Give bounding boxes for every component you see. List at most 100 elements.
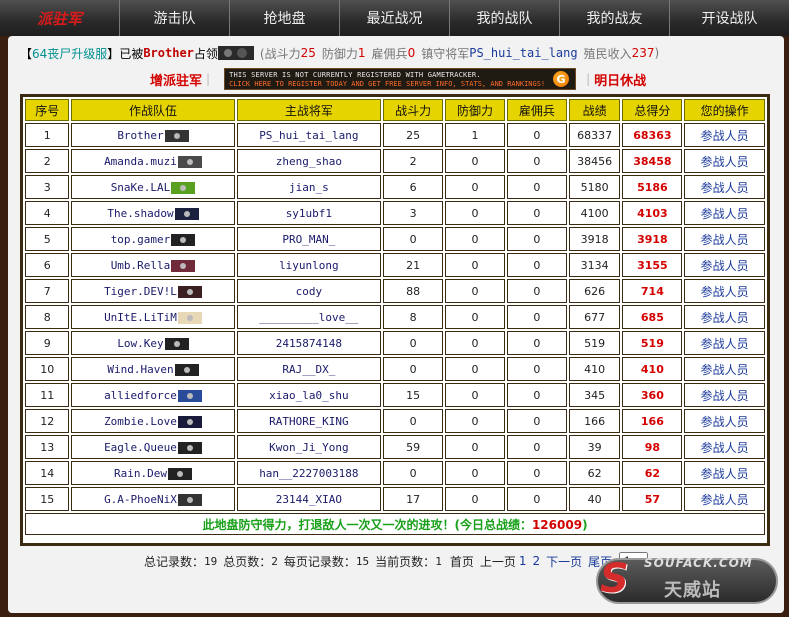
row-defense: 0 <box>445 409 505 433</box>
row-score: 3155 <box>622 253 683 277</box>
row-action-text: 参战人员 <box>700 440 749 455</box>
occupying-clan: Brother <box>143 46 194 60</box>
income-value: 237 <box>631 46 655 60</box>
page-1-link[interactable]: 1 <box>519 554 527 568</box>
row-score-text: 714 <box>640 284 664 298</box>
header-action: 您的操作 <box>684 99 765 121</box>
nav-item-create-team[interactable]: 开设战队 <box>670 0 789 36</box>
row-action[interactable]: 参战人员 <box>684 227 765 251</box>
row-record: 4100 <box>568 201 621 225</box>
table-row: 10 Wind.Haven RAJ__DX_ 0 0 0 410 410 参战人员 <box>25 357 765 381</box>
nav-item-my-team[interactable]: 我的战队 <box>450 0 560 36</box>
row-action[interactable]: 参战人员 <box>684 279 765 303</box>
row-score: 4103 <box>622 201 683 225</box>
row-score: 57 <box>622 487 683 511</box>
row-record: 5180 <box>568 175 621 199</box>
row-merc-text: 0 <box>533 180 541 194</box>
row-score-text: 360 <box>640 388 664 402</box>
row-action-text: 参战人员 <box>700 388 749 403</box>
reinforce-button[interactable]: 增派驻军 <box>150 70 202 89</box>
row-merc-text: 0 <box>533 232 541 246</box>
next-page-link[interactable]: 下一页 <box>546 553 582 570</box>
gametracker-banner[interactable]: THIS SERVER IS NOT CURRENTLY REGISTERED … <box>224 68 577 90</box>
current-page-label: 当前页数： <box>375 554 436 569</box>
row-action[interactable]: 参战人员 <box>684 331 765 355</box>
row-action[interactable]: 参战人员 <box>684 461 765 485</box>
row-team: Tiger.DEV!L <box>71 279 235 303</box>
row-record: 39 <box>568 435 621 459</box>
nav-item-my-comrades[interactable]: 我的战友 <box>560 0 670 36</box>
row-no-text: 5 <box>43 232 51 246</box>
row-action[interactable]: 参战人员 <box>684 435 765 459</box>
row-action-text: 参战人员 <box>700 128 749 143</box>
team-logo-icon <box>177 389 202 402</box>
row-no-text: 1 <box>43 128 51 142</box>
nav-item-garrison[interactable]: 派驻军 <box>0 0 120 36</box>
row-merc-text: 0 <box>533 154 541 168</box>
row-record: 68337 <box>568 123 621 147</box>
row-action[interactable]: 参战人员 <box>684 487 765 511</box>
per-page-value: 15 <box>355 554 370 568</box>
bracket-close: 】 <box>107 46 120 61</box>
row-no: 15 <box>25 487 70 511</box>
team-logo-icon <box>177 415 202 428</box>
bracket-open: 【 <box>20 46 33 61</box>
row-team-text: alliedforce <box>104 388 177 402</box>
page-2-link[interactable]: 2 <box>532 554 540 568</box>
row-action-text: 参战人员 <box>700 492 749 507</box>
row-action[interactable]: 参战人员 <box>684 123 765 147</box>
row-power-text: 8 <box>409 310 417 324</box>
row-merc: 0 <box>506 305 567 329</box>
row-general: xiao_la0_shu <box>236 383 382 407</box>
row-merc-text: 0 <box>533 258 541 272</box>
table-row: 13 Eagle.Queue Kwon_Ji_Yong 59 0 0 39 98 参战人员 <box>25 435 765 459</box>
row-merc: 0 <box>506 435 567 459</box>
row-action[interactable]: 参战人员 <box>684 201 765 225</box>
row-action[interactable]: 参战人员 <box>684 409 765 433</box>
row-action[interactable]: 参战人员 <box>684 305 765 329</box>
row-record-text: 68337 <box>577 128 613 142</box>
row-record: 166 <box>568 409 621 433</box>
first-page-link[interactable]: 首页 <box>450 553 474 570</box>
row-action[interactable]: 参战人员 <box>684 175 765 199</box>
header-score: 总得分 <box>622 99 683 121</box>
row-defense-text: 0 <box>471 492 479 506</box>
territory-table: 序号 作战队伍 主战将军 战斗力 防御力 雇佣兵 战绩 总得分 您的操作 1 Br… <box>20 94 770 546</box>
row-defense: 0 <box>445 435 505 459</box>
row-defense: 0 <box>445 383 505 407</box>
prev-page-link[interactable]: 上一页 <box>480 553 516 570</box>
table-header-row: 序号 作战队伍 主战将军 战斗力 防御力 雇佣兵 战绩 总得分 您的操作 <box>25 99 765 121</box>
row-power: 8 <box>383 305 444 329</box>
row-general-text: jian_s <box>288 180 329 194</box>
row-action-text: 参战人员 <box>700 206 749 221</box>
row-general-text: han__2227003188 <box>259 466 359 480</box>
row-power: 6 <box>383 175 444 199</box>
row-defense: 0 <box>445 305 505 329</box>
row-general: _________love__ <box>236 305 382 329</box>
truce-button[interactable]: 明日休战 <box>594 70 646 89</box>
row-merc-text: 0 <box>533 284 541 298</box>
row-defense: 0 <box>445 227 505 251</box>
row-action[interactable]: 参战人员 <box>684 383 765 407</box>
team-logo-icon <box>171 181 196 194</box>
row-power-text: 25 <box>406 128 421 142</box>
row-power-text: 21 <box>406 258 421 272</box>
nav-item-territory[interactable]: 抢地盘 <box>230 0 340 36</box>
paren-close: ) <box>654 46 660 60</box>
site-watermark: S SOUFACK.COM 天威站 <box>596 550 778 610</box>
table-body: 1 Brother PS_hui_tai_lang 25 1 0 68337 68363 参战人… <box>25 123 765 511</box>
row-action[interactable]: 参战人员 <box>684 253 765 277</box>
header-defense: 防御力 <box>445 99 505 121</box>
nav-item-recent-battles[interactable]: 最近战况 <box>340 0 450 36</box>
row-no-text: 15 <box>40 492 55 506</box>
pages-label: 总页数： <box>223 554 272 569</box>
defense-value: 1 <box>357 46 366 60</box>
row-action[interactable]: 参战人员 <box>684 149 765 173</box>
row-score-text: 410 <box>640 362 664 376</box>
row-score: 3918 <box>622 227 683 251</box>
row-power: 17 <box>383 487 444 511</box>
row-general-text: zheng_shao <box>275 154 342 168</box>
row-no-text: 7 <box>43 284 51 298</box>
nav-item-guerrilla[interactable]: 游击队 <box>120 0 230 36</box>
row-action[interactable]: 参战人员 <box>684 357 765 381</box>
